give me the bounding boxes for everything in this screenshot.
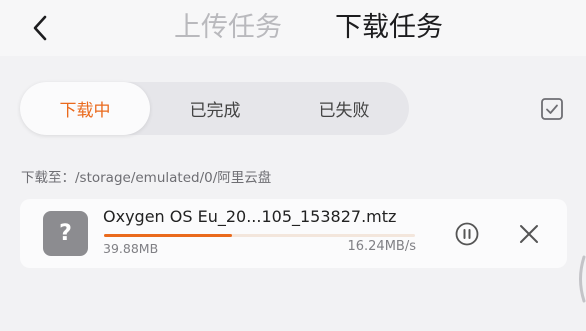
select-all-button[interactable] xyxy=(540,97,564,121)
header: 上传任务 下载任务 xyxy=(0,0,586,56)
unknown-file-icon: ? xyxy=(43,211,88,256)
progress-bar xyxy=(104,234,415,237)
edge-scroll-handle[interactable] xyxy=(574,254,586,304)
edge-handle-icon xyxy=(579,255,586,303)
filter-downloading[interactable]: 下载中 xyxy=(20,82,150,135)
file-name: Oxygen OS Eu_20...105_153827.mtz xyxy=(103,207,397,226)
tab-download-tasks[interactable]: 下载任务 xyxy=(335,10,443,46)
download-path: 下载至：/storage/emulated/0/阿里云盘 xyxy=(21,170,272,186)
progress-fill xyxy=(104,234,232,237)
cancel-download-button[interactable] xyxy=(518,223,540,245)
file-size: 39.88MB xyxy=(103,241,159,256)
checkbox-icon xyxy=(541,98,563,120)
back-button[interactable] xyxy=(24,12,56,44)
download-task-item[interactable]: ? Oxygen OS Eu_20...105_153827.mtz 39.88… xyxy=(20,199,567,268)
pause-button[interactable] xyxy=(455,222,479,246)
status-filter: 下载中 已完成 已失败 xyxy=(20,82,409,135)
download-speed: 16.24MB/s xyxy=(347,239,416,254)
tab-upload-tasks[interactable]: 上传任务 xyxy=(174,10,282,46)
file-icon-glyph: ? xyxy=(59,221,72,246)
filter-completed[interactable]: 已完成 xyxy=(150,82,280,135)
filter-failed[interactable]: 已失败 xyxy=(279,82,409,135)
close-icon xyxy=(520,225,538,243)
chevron-left-icon xyxy=(33,15,47,41)
pause-circle-icon xyxy=(455,222,479,246)
